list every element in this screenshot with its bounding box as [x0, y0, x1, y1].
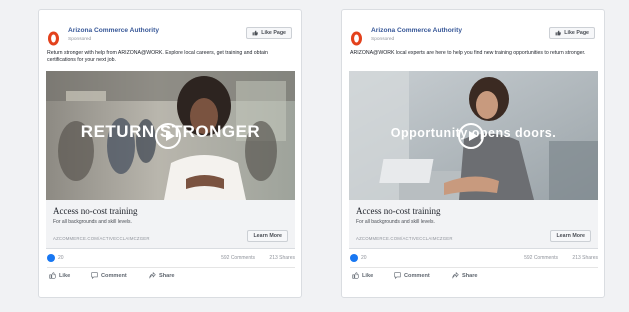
link-preview[interactable]: Access no-cost training For all backgrou…: [46, 200, 295, 249]
ad-card: Arizona Commerce Authority Sponsored Lik…: [38, 9, 302, 298]
like-label: Like: [59, 272, 71, 279]
link-preview[interactable]: Access no-cost training For all backgrou…: [349, 200, 598, 249]
ad-description: For all backgrounds and skill levels.: [356, 219, 435, 225]
comment-icon: [91, 272, 98, 279]
share-button[interactable]: Share: [149, 272, 175, 279]
like-button[interactable]: Like: [49, 272, 70, 279]
learn-more-button[interactable]: Learn More: [247, 230, 288, 242]
arizona-logo-icon[interactable]: [349, 31, 364, 46]
reaction-count[interactable]: 20: [361, 255, 367, 261]
learn-more-button[interactable]: Learn More: [550, 230, 591, 242]
play-icon[interactable]: [155, 123, 181, 149]
divider: [47, 267, 295, 268]
page-name-link[interactable]: Arizona Commerce Authority: [371, 27, 462, 34]
ad-video[interactable]: Opportunity opens doors.: [349, 71, 598, 200]
thumbs-up-icon: [555, 30, 562, 36]
post-actions: Like Comment Share: [350, 272, 598, 286]
post-actions: Like Comment Share: [47, 272, 295, 286]
shares-count[interactable]: 213 Shares: [269, 255, 295, 261]
shares-count[interactable]: 213 Shares: [572, 255, 598, 261]
like-page-button[interactable]: Like Page: [246, 27, 292, 39]
ad-headline: Access no-cost training: [356, 206, 441, 216]
thumbs-up-icon: [352, 272, 359, 279]
comment-button[interactable]: Comment: [91, 272, 127, 279]
comment-label: Comment: [101, 272, 127, 279]
ad-video[interactable]: RETURN STRONGER: [46, 71, 295, 200]
share-label: Share: [159, 272, 175, 279]
ad-description: For all backgrounds and skill levels.: [53, 219, 132, 225]
comment-button[interactable]: Comment: [394, 272, 430, 279]
like-reaction-icon: [47, 254, 55, 262]
ad-body-text: Return stronger with help from ARIZONA@W…: [47, 50, 268, 64]
comment-icon: [394, 272, 401, 279]
ad-card: Arizona Commerce Authority Sponsored Lik…: [341, 9, 605, 298]
share-label: Share: [462, 272, 478, 279]
thumbs-up-icon: [49, 272, 56, 279]
comments-count[interactable]: 592 Comments: [221, 255, 255, 261]
like-button[interactable]: Like: [352, 272, 373, 279]
arizona-logo-icon[interactable]: [46, 31, 61, 46]
ad-link: AZCOMMERCE.COM/ACTIVECCLAIMCZGER: [53, 236, 150, 241]
thumbs-up-icon: [252, 30, 259, 36]
like-page-button[interactable]: Like Page: [549, 27, 595, 39]
sponsored-label: Sponsored: [371, 37, 395, 42]
ad-link: AZCOMMERCE.COM/ACTIVECCLAIMCZGER: [356, 236, 453, 241]
like-page-label: Like Page: [261, 30, 286, 36]
ad-headline: Access no-cost training: [53, 206, 138, 216]
divider: [350, 267, 598, 268]
share-icon: [149, 272, 156, 279]
ad-body-text: ARIZONA@WORK local experts are here to h…: [350, 50, 586, 56]
like-reaction-icon: [350, 254, 358, 262]
comment-label: Comment: [404, 272, 430, 279]
share-button[interactable]: Share: [452, 272, 478, 279]
like-page-label: Like Page: [564, 30, 589, 36]
engagement-stats: 20 592 Comments 213 Shares: [350, 254, 598, 264]
share-icon: [452, 272, 459, 279]
page-name-link[interactable]: Arizona Commerce Authority: [68, 27, 159, 34]
engagement-stats: 20 592 Comments 213 Shares: [47, 254, 295, 264]
comments-count[interactable]: 592 Comments: [524, 255, 558, 261]
play-icon[interactable]: [458, 123, 484, 149]
reaction-count[interactable]: 20: [58, 255, 64, 261]
like-label: Like: [362, 272, 374, 279]
sponsored-label: Sponsored: [68, 37, 92, 42]
